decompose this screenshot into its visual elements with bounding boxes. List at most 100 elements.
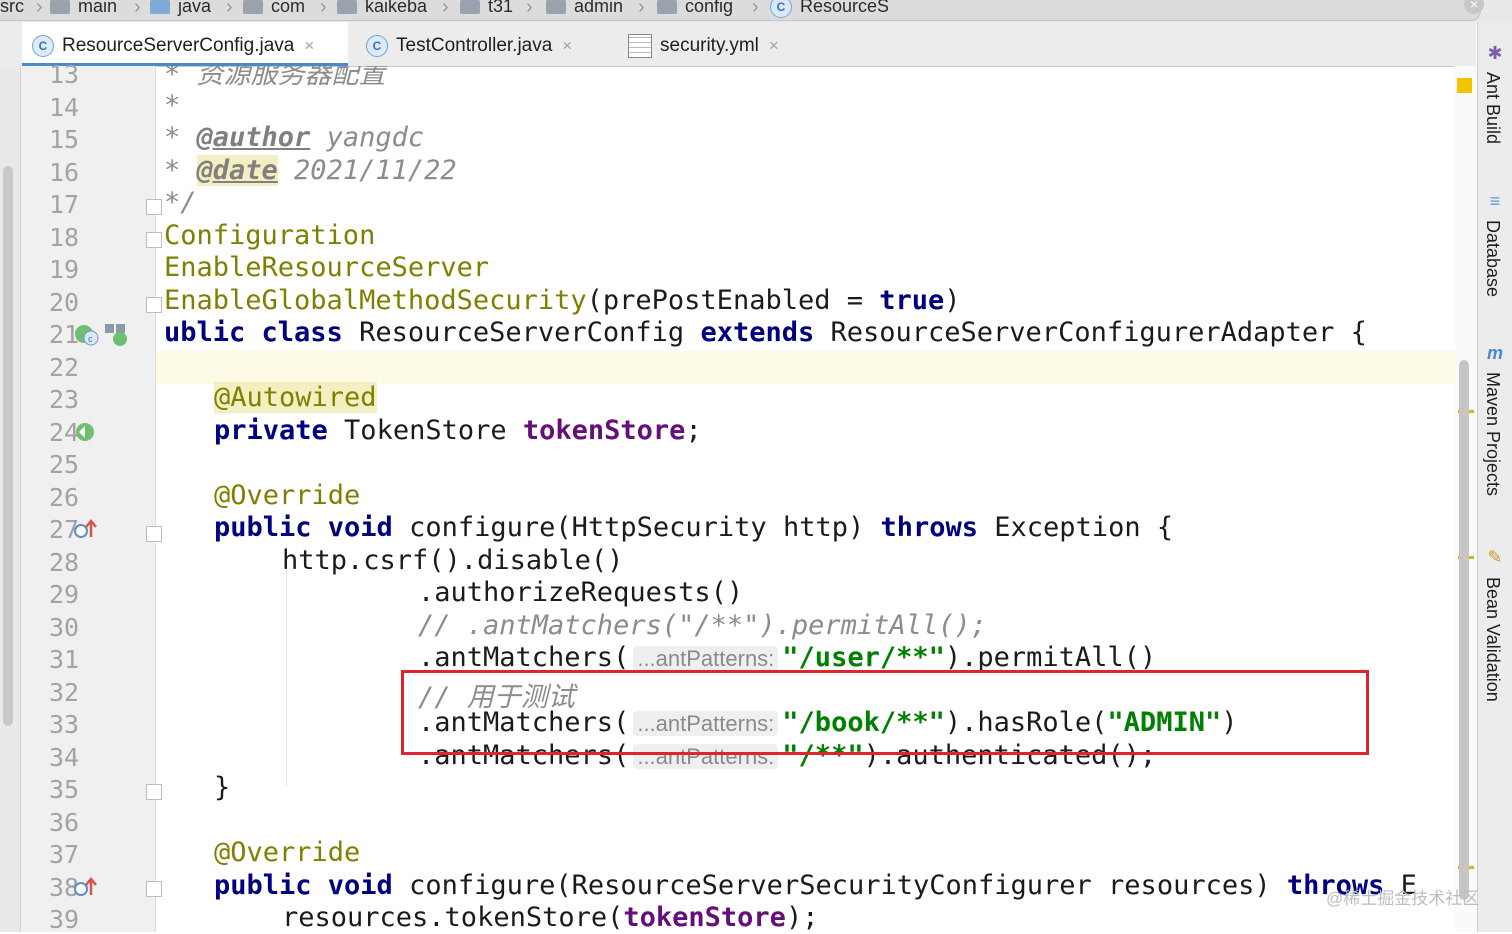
code-line-24: private TokenStore tokenStore; <box>214 415 702 446</box>
package-icon <box>243 0 263 15</box>
breadcrumb-item-src[interactable]: src <box>0 0 24 18</box>
fold-icon[interactable] <box>146 199 162 215</box>
fold-icon[interactable] <box>146 881 162 897</box>
line-number: 16 <box>49 158 80 187</box>
line-number: 36 <box>49 808 80 837</box>
chevron-right-icon: › <box>442 0 449 18</box>
chevron-right-icon: › <box>752 0 759 18</box>
close-icon[interactable]: × <box>1464 0 1484 14</box>
code-line-38: public void configure(ResourceServerSecu… <box>214 870 1417 901</box>
line-number: 15 <box>49 125 80 154</box>
line-number: 28 <box>49 548 80 577</box>
chevron-right-icon: › <box>226 0 233 18</box>
right-tool-window-bar: ✱ Ant Build ≡ Database m Maven Projects … <box>1477 22 1512 932</box>
fold-icon[interactable] <box>146 784 162 800</box>
indent-guide <box>286 546 287 786</box>
breadcrumb-item-t31[interactable]: t31 <box>460 0 513 18</box>
code-line-30: // .antMatchers("/**").permitAll(); <box>418 610 987 641</box>
highlight-box <box>401 670 1369 755</box>
scrollbar-thumb[interactable] <box>3 166 13 726</box>
close-tab-icon[interactable]: × <box>562 36 572 55</box>
code-editor[interactable]: * 资源服务器配置 * * @author yangdc * @date 202… <box>164 66 1454 932</box>
code-line-20: EnableGlobalMethodSecurity(prePostEnable… <box>164 285 961 316</box>
package-icon <box>546 0 566 15</box>
tab-label: security.yml <box>660 35 759 56</box>
class-icon: C <box>32 34 54 57</box>
line-number: 26 <box>49 483 80 512</box>
code-line-31: .antMatchers(...antPatterns: "/user/**").… <box>418 642 1157 673</box>
line-number: 19 <box>49 255 80 284</box>
breadcrumb-label: ResourceS <box>800 0 890 16</box>
fold-icon[interactable] <box>146 526 162 542</box>
chevron-right-icon: › <box>638 0 645 18</box>
tool-ant-build[interactable]: Ant Build <box>1482 72 1503 144</box>
override-method-icon[interactable] <box>73 875 99 901</box>
tab-label: TestController.java <box>396 35 553 56</box>
spring-bean-icon[interactable]: c <box>73 322 101 348</box>
editor-gutter: 13 14 15 16 17 18 19 20 21 22 23 24 25 2… <box>21 60 162 934</box>
line-number: 17 <box>49 190 80 219</box>
breadcrumb-item-class[interactable]: C ResourceS <box>770 0 890 19</box>
close-tab-icon[interactable]: × <box>304 36 314 55</box>
line-number: 32 <box>49 678 80 707</box>
code-line-37: @Override <box>214 837 361 868</box>
vertical-scrollbar[interactable] <box>1459 360 1469 900</box>
chevron-right-icon: › <box>320 0 327 18</box>
line-number: 18 <box>49 223 80 252</box>
breadcrumb: src › main › java › com › kaikeba › t31 … <box>0 0 1512 22</box>
tab-security-yml[interactable]: security.yml × <box>618 22 808 66</box>
chevron-right-icon: › <box>134 0 141 18</box>
code-line-13: * 资源服务器配置 <box>164 66 386 90</box>
fold-icon[interactable] <box>146 297 162 313</box>
code-line-17: */ <box>164 187 197 218</box>
editor-tab-bar: C ResourceServerConfig.java × C TestControl… <box>0 22 1476 67</box>
package-icon <box>657 0 677 15</box>
autowired-bean-icon[interactable] <box>73 420 99 446</box>
breadcrumb-label: main <box>78 0 118 16</box>
bean-validation-icon: ✎ <box>1487 547 1503 567</box>
override-method-icon[interactable] <box>73 517 99 543</box>
code-line-27: public void configure(HttpSecurity http)… <box>214 512 1174 543</box>
yaml-file-icon <box>628 33 652 58</box>
tab-test-controller[interactable]: C TestController.java × <box>356 22 612 66</box>
breadcrumb-item-kaikeba[interactable]: kaikeba <box>337 0 427 18</box>
line-number: 25 <box>49 450 80 479</box>
code-line-26: @Override <box>214 480 361 511</box>
tool-bean-validation[interactable]: Bean Validation <box>1482 577 1503 702</box>
package-icon <box>337 0 357 15</box>
spring-config-icon[interactable] <box>103 322 129 348</box>
line-number: 22 <box>49 353 80 382</box>
tool-maven-projects[interactable]: Maven Projects <box>1482 372 1503 496</box>
code-line-29: .authorizeRequests() <box>418 577 744 608</box>
watermark: @稀土掘金技术社区 <box>1326 889 1480 908</box>
breadcrumb-item-admin[interactable]: admin <box>546 0 623 18</box>
code-line-14: * <box>164 90 181 121</box>
tool-database[interactable]: Database <box>1482 220 1503 297</box>
folder-icon <box>150 0 170 15</box>
breadcrumb-item-config[interactable]: config <box>657 0 733 18</box>
code-line-15: * @author yangdc <box>164 122 425 153</box>
line-number: 35 <box>49 775 80 804</box>
fold-icon[interactable] <box>146 232 162 248</box>
code-line-28: http.csrf().disable() <box>282 545 624 576</box>
code-line-39: resources.tokenStore(tokenStore); <box>282 902 819 932</box>
warning-indicator-icon[interactable] <box>1457 78 1472 93</box>
breadcrumb-label: t31 <box>488 0 514 16</box>
breadcrumb-item-java[interactable]: java <box>150 0 211 18</box>
breadcrumb-item-main[interactable]: main <box>50 0 117 18</box>
line-number: 39 <box>49 905 80 934</box>
line-number: 34 <box>49 743 80 772</box>
chevron-right-icon: › <box>36 0 43 18</box>
package-icon <box>460 0 480 15</box>
line-number: 30 <box>49 613 80 642</box>
code-line-16: * @date 2021/11/22 <box>164 155 457 186</box>
code-line-21: ublic class ResourceServerConfig extends… <box>164 317 1367 348</box>
breadcrumb-label: config <box>685 0 734 16</box>
folder-icon <box>50 0 70 15</box>
breadcrumb-label: com <box>271 0 306 16</box>
breadcrumb-item-com[interactable]: com <box>243 0 305 18</box>
breadcrumb-label: src <box>0 0 24 16</box>
close-tab-icon[interactable]: × <box>769 36 779 55</box>
breadcrumb-panel <box>0 0 1481 21</box>
code-line-18: Configuration <box>164 220 376 251</box>
